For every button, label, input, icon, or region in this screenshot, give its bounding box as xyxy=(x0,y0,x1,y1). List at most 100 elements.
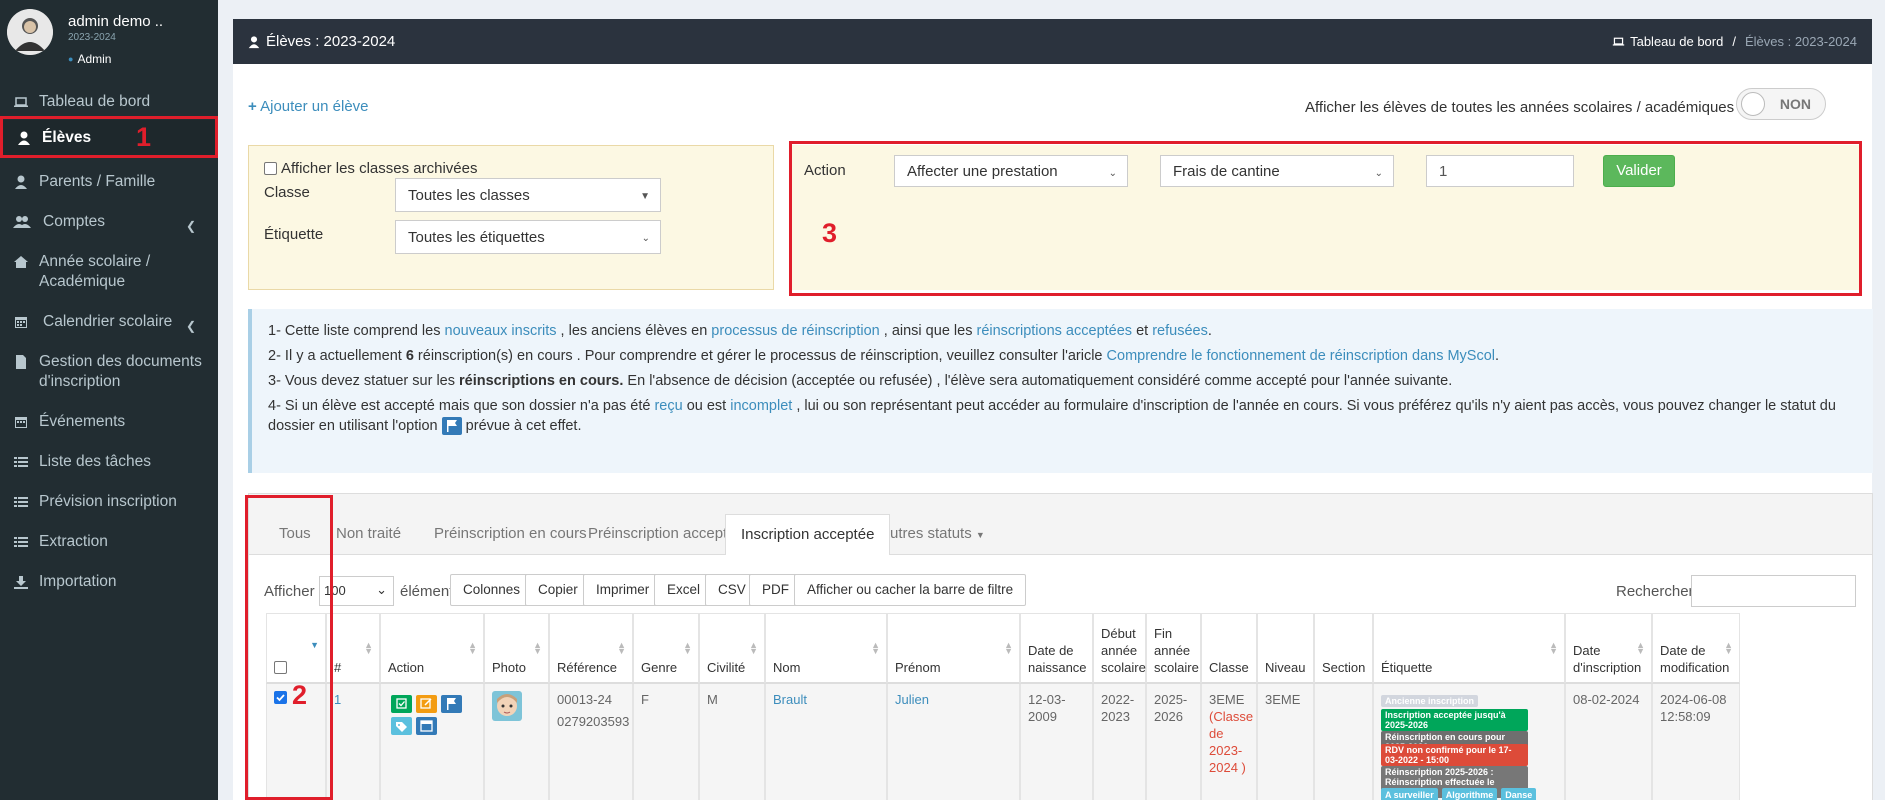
sidebar-item-tasks[interactable]: Liste des tâches xyxy=(0,452,218,472)
end-year-value: 2025-2026 xyxy=(1154,692,1188,724)
column-header-end-year[interactable]: Fin année scolaire xyxy=(1146,613,1201,684)
archived-classes-checkbox[interactable]: Afficher les classes archivées xyxy=(264,160,477,177)
checkbox[interactable] xyxy=(264,162,277,175)
calendar-icon[interactable] xyxy=(416,717,437,735)
sidebar-item-events[interactable]: Événements xyxy=(0,412,218,432)
sidebar-item-parents[interactable]: Parents / Famille xyxy=(0,172,218,192)
sidebar-item-extraction[interactable]: Extraction xyxy=(0,532,218,552)
help-article-link[interactable]: Comprendre le fonctionnement de réinscri… xyxy=(1107,348,1495,364)
info-line-1: 1- Cette liste comprend les nouveaux ins… xyxy=(268,321,1861,341)
tag-badge: A surveiller xyxy=(1381,788,1438,800)
column-header-level[interactable]: Niveau xyxy=(1257,613,1314,684)
students-table: ▼ # ▲ ▼ Action ▲ ▼ Photo ▲ ▼ Référence ▲ ▼ Genre… xyxy=(266,613,1856,800)
table-row-number-cell: 1 xyxy=(326,684,380,800)
chevron-down-icon: ⌄ xyxy=(641,233,650,244)
first-name-link[interactable]: Julien xyxy=(895,692,929,707)
column-header-title[interactable]: Civilité ▲ ▼ xyxy=(699,613,765,684)
page-length-label: Afficher xyxy=(264,583,315,600)
sidebar-item-import[interactable]: Importation xyxy=(0,572,218,592)
student-icon xyxy=(16,130,32,146)
sidebar-item-documents[interactable]: Gestion des documents d'inscription xyxy=(0,352,218,392)
sidebar-item-accounts[interactable]: Comptes ❮ xyxy=(0,212,218,233)
all-years-toggle-label: Afficher les élèves de toutes les années… xyxy=(1305,99,1735,116)
page-length-select[interactable]: 100 ⌄ xyxy=(319,576,394,606)
edit-icon[interactable] xyxy=(416,695,437,713)
column-header-class[interactable]: Classe xyxy=(1201,613,1257,684)
chevron-down-icon: ⌄ xyxy=(376,582,387,597)
quantity-input[interactable]: 1 xyxy=(1426,155,1574,187)
accepted-reregistrations-link[interactable]: réinscriptions acceptées xyxy=(976,323,1132,339)
column-header-section[interactable]: Section xyxy=(1314,613,1373,684)
sidebar-item-calendar[interactable]: Calendrier scolaire ❮ xyxy=(0,312,218,333)
search-input[interactable] xyxy=(1691,575,1856,607)
sort-icon: ▲ ▼ xyxy=(533,640,542,656)
tab-all[interactable]: Tous xyxy=(264,514,326,554)
table-row-action-cell xyxy=(380,684,484,800)
column-header-action[interactable]: Action ▲ ▼ xyxy=(380,613,484,684)
sidebar-item-label: Événements xyxy=(39,413,126,430)
print-button[interactable]: Imprimer xyxy=(583,574,663,606)
tag-select[interactable]: Toutes les étiquettes ⌄ xyxy=(395,220,661,254)
home-icon xyxy=(13,254,29,270)
column-header-start-year[interactable]: Début année scolaire xyxy=(1093,613,1146,684)
add-student-link[interactable]: + Ajouter un élève xyxy=(248,98,369,115)
info-text: , les anciens élèves en xyxy=(556,323,712,339)
page-length-value: 100 xyxy=(324,583,346,598)
table-row-end-year-cell: 2025-2026 xyxy=(1146,684,1201,800)
incomplete-link[interactable]: incomplet xyxy=(730,398,792,414)
sort-icon: ▲ ▼ xyxy=(1004,640,1013,656)
validate-icon[interactable] xyxy=(391,695,412,713)
reregistration-process-link[interactable]: processus de réinscription xyxy=(711,323,879,339)
action-select-value: Affecter une prestation xyxy=(907,162,1058,180)
main-content: Élèves : 2023-2024 Tableau de bord / Élè… xyxy=(233,19,1873,800)
column-header-last-name[interactable]: Nom ▲ ▼ xyxy=(765,613,887,684)
new-registrations-link[interactable]: nouveaux inscrits xyxy=(445,323,557,339)
sidebar-item-dashboard[interactable]: Tableau de bord xyxy=(0,92,218,118)
table-row-start-year-cell: 2022-2023 xyxy=(1093,684,1146,800)
toggle-filter-bar-button[interactable]: Afficher ou cacher la barre de filtre xyxy=(794,574,1027,606)
column-header-first-name[interactable]: Prénom ▲ ▼ xyxy=(887,613,1020,684)
column-header-photo[interactable]: Photo ▲ ▼ xyxy=(484,613,549,684)
filter-panel: Afficher les classes archivées Classe To… xyxy=(248,145,774,290)
column-header-tag[interactable]: Étiquette ▲ ▼ xyxy=(1373,613,1565,684)
sidebar-item-school-year[interactable]: Année scolaire / Académique xyxy=(0,252,218,292)
breadcrumb-home-link[interactable]: Tableau de bord xyxy=(1630,34,1723,49)
validate-button[interactable]: Valider xyxy=(1603,155,1675,187)
sidebar-item-forecast[interactable]: Prévision inscription xyxy=(0,492,218,512)
refused-link[interactable]: refusées xyxy=(1152,323,1208,339)
received-link[interactable]: reçu xyxy=(654,398,682,414)
column-header-reference[interactable]: Référence ▲ ▼ xyxy=(549,613,633,684)
tag-icon[interactable] xyxy=(391,717,412,735)
columns-button[interactable]: Colonnes xyxy=(450,574,534,606)
reference-id: 00013-24 xyxy=(557,692,612,707)
row-number-link[interactable]: 1 xyxy=(334,692,341,707)
info-text: 4- Si un élève est accepté mais que son … xyxy=(268,398,655,414)
column-header-label: Date de modification xyxy=(1660,643,1730,675)
previous-class-note: (Classe de 2023-2024 ) xyxy=(1209,709,1254,775)
flag-icon[interactable] xyxy=(441,695,462,713)
student-icon xyxy=(247,35,261,49)
search-label: Rechercher : xyxy=(1616,583,1702,600)
tab-not-processed[interactable]: Non traité xyxy=(321,514,416,554)
select-all-checkbox[interactable] xyxy=(274,661,287,674)
column-header-gender[interactable]: Genre ▲ ▼ xyxy=(633,613,699,684)
row-checkbox[interactable] xyxy=(274,691,287,704)
all-years-toggle[interactable]: NON xyxy=(1736,88,1826,120)
column-header-select[interactable]: ▼ xyxy=(266,613,326,684)
tab-registration-accepted[interactable]: Inscription acceptée xyxy=(725,514,891,555)
copy-button[interactable]: Copier xyxy=(525,574,591,606)
last-name-link[interactable]: Brault xyxy=(773,692,807,707)
column-header-label: Début année scolaire xyxy=(1101,626,1146,675)
info-text: 3- Vous devez statuer sur les xyxy=(268,373,460,389)
info-text: , ainsi que les xyxy=(879,323,977,339)
sidebar-item-students[interactable]: Élèves xyxy=(0,120,218,156)
column-header-modified-date[interactable]: Date de modification ▲ ▼ xyxy=(1652,613,1740,684)
column-header-number[interactable]: # ▲ ▼ xyxy=(326,613,380,684)
column-header-registration-date[interactable]: Date d'inscription ▲ ▼ xyxy=(1565,613,1652,684)
action-select[interactable]: Affecter une prestation ⌄ xyxy=(894,155,1128,187)
archived-classes-label: Afficher les classes archivées xyxy=(281,160,478,177)
column-header-birth-date[interactable]: Date de naissance xyxy=(1020,613,1093,684)
start-year-value: 2022-2023 xyxy=(1101,692,1135,724)
class-select[interactable]: Toutes les classes ▼ xyxy=(395,178,661,212)
service-select[interactable]: Frais de cantine ⌄ xyxy=(1160,155,1394,187)
